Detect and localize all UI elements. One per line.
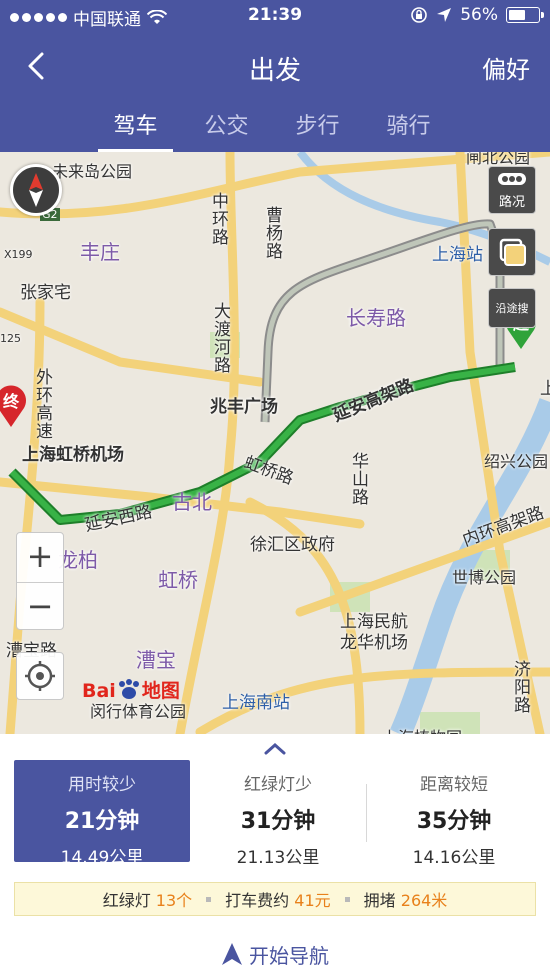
traffic-lights-value: 13个 — [155, 891, 193, 910]
status-bar: 中国联通 21:39 56% — [0, 0, 550, 32]
battery-icon — [506, 7, 544, 23]
route-title: 用时较少 — [68, 775, 136, 795]
zoom-controls: + − — [16, 532, 64, 630]
traffic-lights-label: 红绿灯 — [102, 891, 151, 910]
map-label-fengzhuang: 丰庄 — [80, 240, 120, 264]
navigation-arrow-icon — [222, 943, 242, 965]
layers-button[interactable] — [488, 228, 536, 276]
taxi-fare-label: 打车费约 — [225, 891, 290, 910]
preferences-button[interactable]: 偏好 — [482, 50, 530, 85]
traffic-button[interactable]: 路况 — [488, 166, 536, 214]
separator-dot — [344, 896, 350, 902]
zoom-in-button[interactable]: + — [17, 533, 63, 582]
logo-text-map: 地图 — [141, 680, 180, 702]
nav-row: 出发 偏好 — [0, 38, 550, 94]
congestion-label: 拥堵 — [363, 891, 396, 910]
tab-bike[interactable]: 骑行 — [363, 104, 454, 152]
map-label-outer-ring: 外环高速 — [32, 368, 52, 440]
map-label-xuhui: 徐汇区政府 — [250, 535, 335, 555]
map-label-longhua-airport: 上海民航龙华机场 — [340, 612, 408, 653]
status-right: 56% — [410, 5, 544, 25]
paw-icon — [118, 679, 139, 699]
map-label-south-station: 上海南站 — [222, 693, 290, 713]
end-marker: 终 — [0, 382, 28, 428]
map-label-hongqiao: 虹桥 — [158, 568, 198, 592]
location-arrow-icon — [437, 8, 452, 22]
compass-button[interactable] — [10, 164, 62, 216]
chevron-up-icon — [264, 742, 286, 755]
map-label-shaoxing: 绍兴公园 — [484, 452, 549, 471]
tab-walk[interactable]: 步行 — [272, 104, 363, 152]
layers-icon — [499, 238, 526, 266]
route-time: 35分钟 — [416, 809, 492, 834]
taxi-fare-value: 41元 — [294, 891, 331, 910]
route-time: 21分钟 — [64, 809, 140, 834]
route-info-strip: 红绿灯 13个 打车费约 41元 拥堵 264米 — [14, 882, 536, 916]
tab-drive[interactable]: 驾车 — [90, 104, 181, 152]
start-navigation-button[interactable]: 开始导航 — [0, 934, 550, 974]
logo-text-bai: Bai — [82, 680, 116, 702]
map-label-changshou: 长寿路 — [346, 306, 406, 330]
map-label-zhangjiazhai: 张家宅 — [20, 283, 71, 303]
battery-percent: 56% — [460, 5, 498, 25]
tab-transit[interactable]: 公交 — [181, 104, 272, 152]
separator-dot — [206, 896, 212, 902]
zoom-out-button[interactable]: − — [17, 582, 63, 631]
route-title: 红绿灯少 — [244, 775, 312, 795]
baidu-map-logo: Bai 地图 — [82, 676, 180, 703]
mode-tabs: 驾车 公交 步行 骑行 — [90, 104, 454, 152]
compass-icon — [29, 173, 43, 207]
map-label-zhaofeng: 兆丰广场 — [210, 397, 278, 417]
congestion-value: 264米 — [400, 891, 448, 910]
page-title: 出发 — [248, 56, 301, 86]
map-label-zhonghuan: 中环路 — [208, 192, 228, 246]
start-navigation-label: 开始导航 — [249, 943, 329, 968]
map-label-dadu: 大渡河路 — [210, 302, 230, 374]
map-label-shang: 上 — [540, 379, 550, 399]
traffic-icon — [498, 173, 526, 185]
header: 中国联通 21:39 56% 出发 偏好 驾车 公交 步行 骑行 — [0, 0, 550, 152]
route-time: 31分钟 — [240, 809, 316, 834]
congestion-info: 拥堵 264米 — [364, 887, 448, 911]
map-view[interactable]: 未来岛公园 丰庄 张家宅 中环路 曹杨路 大渡河路 兆丰广场 长寿路 上海站 闸… — [0, 152, 550, 734]
map-label-125: 125 — [0, 332, 21, 345]
traffic-label: 路况 — [498, 195, 525, 210]
map-label-huashan: 华山路 — [348, 452, 368, 506]
route-distance: 14.16公里 — [412, 848, 496, 868]
route-option-shortest[interactable]: 距离较短 35分钟 14.16公里 — [366, 760, 542, 868]
route-distance: 21.13公里 — [236, 848, 320, 868]
map-label-shanghai-station: 上海站 — [432, 245, 483, 265]
route-title: 距离较短 — [420, 775, 488, 795]
route-distance: 14.49公里 — [60, 848, 144, 868]
end-marker-label: 终 — [2, 392, 19, 411]
map-label-caobao: 漕宝 — [136, 648, 176, 672]
taxi-fare-info: 打车费约 41元 — [225, 887, 330, 911]
route-option-fastest[interactable]: 用时较少 21分钟 14.49公里 — [14, 760, 190, 868]
rotation-lock-icon — [411, 7, 428, 23]
map-label-x199: X199 — [4, 248, 33, 261]
route-option-fewer-lights[interactable]: 红绿灯少 31分钟 21.13公里 — [190, 760, 366, 868]
map-label-jiyang: 济阳路 — [510, 660, 530, 714]
locate-button[interactable] — [16, 652, 64, 700]
app-root: 中国联通 21:39 56% 出发 偏好 驾车 公交 步行 骑行 未来岛公园 丰… — [0, 0, 550, 979]
map-label-shibo: 世博公园 — [452, 568, 517, 587]
map-label-weilai: 未来岛公园 — [52, 162, 133, 181]
expand-panel-button[interactable] — [262, 740, 288, 756]
map-label-botanical: 上海植物园 — [382, 724, 462, 734]
route-panel: 用时较少 21分钟 14.49公里 红绿灯少 31分钟 21.13公里 距离较短… — [0, 734, 550, 979]
traffic-lights-info: 红绿灯 13个 — [103, 887, 192, 911]
battery-fill — [509, 10, 525, 20]
map-label-gubei: 古北 — [172, 490, 212, 514]
locate-icon — [25, 661, 55, 691]
map-label-hongqiao-airport: 上海虹桥机场 — [22, 445, 124, 465]
map-label-longbai: 龙柏 — [58, 548, 98, 572]
map-label-caoyang: 曹杨路 — [262, 206, 282, 260]
along-route-search-button[interactable]: 沿途搜 — [488, 288, 536, 328]
